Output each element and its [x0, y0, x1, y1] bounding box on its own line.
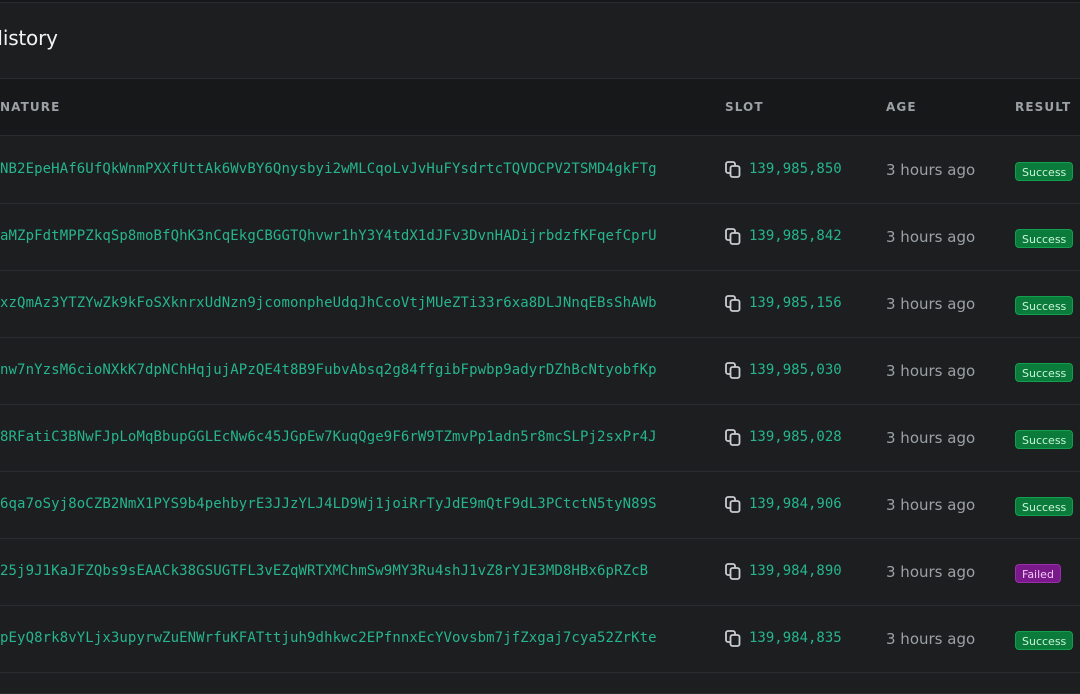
signature-link[interactable]: NB2EpeHAf6UfQkWnmPXXfUttAk6WvBY6Qnysbyi2…	[0, 161, 657, 177]
copy-icon[interactable]	[725, 563, 741, 581]
status-badge: Failed	[1015, 564, 1061, 583]
age-text: 3 hours ago	[886, 563, 976, 581]
table-row: 6qa7oSyj8oCZB2NmX1PYS9b4pehbyrE3JJzYLJ4L…	[0, 472, 1080, 539]
slot-link[interactable]: 139,984,835	[749, 630, 842, 646]
slot-link[interactable]: 139,984,890	[749, 563, 842, 579]
status-badge: Success	[1015, 430, 1074, 449]
table-row: pEyQ8rk8vYLjx3upyrwZuENWrfuKFATttjuh9dhk…	[0, 606, 1080, 673]
signature-link[interactable]: 25j9J1KaJFZQbs9sEAACk38GSUGTFL3vEZqWRTXM…	[0, 563, 648, 579]
status-badge: Success	[1015, 497, 1074, 516]
age-text: 3 hours ago	[886, 228, 976, 246]
slot-link[interactable]: 139,985,842	[749, 228, 842, 244]
signature-link[interactable]: 6qa7oSyj8oCZB2NmX1PYS9b4pehbyrE3JJzYLJ4L…	[0, 496, 657, 512]
slot-link[interactable]: 139,985,028	[749, 429, 842, 445]
column-header-slot: SLOT	[725, 100, 764, 114]
status-badge: Success	[1015, 229, 1074, 248]
copy-icon[interactable]	[725, 496, 741, 514]
slot-link[interactable]: 139,984,906	[749, 496, 842, 512]
age-text: 3 hours ago	[886, 429, 976, 447]
signature-link[interactable]: 8RFatiC3BNwFJpLoMqBbupGGLEcNw6c45JGpEw7K…	[0, 429, 657, 445]
age-text: 3 hours ago	[886, 295, 976, 313]
copy-icon[interactable]	[725, 362, 741, 380]
table-row: NB2EpeHAf6UfQkWnmPXXfUttAk6WvBY6Qnysbyi2…	[0, 137, 1080, 204]
table-row: 8RFatiC3BNwFJpLoMqBbupGGLEcNw6c45JGpEw7K…	[0, 405, 1080, 472]
slot-link[interactable]: 139,985,850	[749, 161, 842, 177]
column-header-age: AGE	[886, 100, 917, 114]
status-badge: Success	[1015, 631, 1074, 650]
copy-icon[interactable]	[725, 295, 741, 313]
status-badge: Success	[1015, 363, 1074, 382]
table-row: aMZpFdtMPPZkqSp8moBfQhK3nCqEkgCBGGTQhvwr…	[0, 204, 1080, 271]
signature-link[interactable]: pEyQ8rk8vYLjx3upyrwZuENWrfuKFATttjuh9dhk…	[0, 630, 657, 646]
copy-icon[interactable]	[725, 161, 741, 179]
table-header: NATURE SLOT AGE RESULT	[0, 78, 1080, 136]
column-header-signature: NATURE	[0, 100, 61, 114]
signature-link[interactable]: aMZpFdtMPPZkqSp8moBfQhK3nCqEkgCBGGTQhvwr…	[0, 228, 657, 244]
table-row: nw7nYzsM6cioNXkK7dpNChHqjujAPzQE4t8B9Fub…	[0, 338, 1080, 405]
slot-link[interactable]: 139,985,156	[749, 295, 842, 311]
age-text: 3 hours ago	[886, 362, 976, 380]
copy-icon[interactable]	[725, 630, 741, 648]
table-row: 25j9J1KaJFZQbs9sEAACk38GSUGTFL3vEZqWRTXM…	[0, 539, 1080, 606]
status-badge: Success	[1015, 162, 1074, 181]
slot-link[interactable]: 139,985,030	[749, 362, 842, 378]
age-text: 3 hours ago	[886, 496, 976, 514]
signature-link[interactable]: nw7nYzsM6cioNXkK7dpNChHqjujAPzQE4t8B9Fub…	[0, 362, 657, 378]
panel-title: History	[0, 26, 58, 50]
copy-icon[interactable]	[725, 429, 741, 447]
age-text: 3 hours ago	[886, 161, 976, 179]
age-text: 3 hours ago	[886, 630, 976, 648]
copy-icon[interactable]	[725, 228, 741, 246]
column-header-result: RESULT	[1015, 100, 1072, 114]
status-badge: Success	[1015, 296, 1074, 315]
signature-link[interactable]: xzQmAz3YTZYwZk9kFoSXknrxUdNzn9jcomonpheU…	[0, 295, 657, 311]
table-row: xzQmAz3YTZYwZk9kFoSXknrxUdNzn9jcomonpheU…	[0, 271, 1080, 338]
